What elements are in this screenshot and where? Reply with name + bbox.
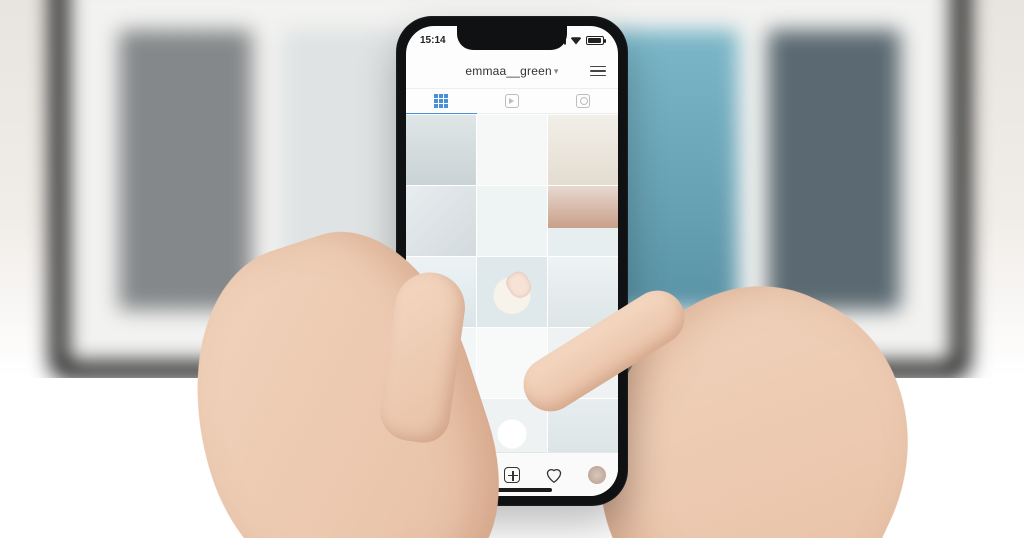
- new-post-button[interactable]: [502, 465, 522, 485]
- username-switcher[interactable]: emmaa__green ▾: [465, 64, 558, 78]
- post-thumbnail[interactable]: [406, 115, 476, 185]
- photo-scene: 15:14 emmaa__green ▾: [0, 0, 1024, 538]
- post-thumbnail[interactable]: [477, 115, 547, 185]
- reels-icon: [505, 94, 519, 108]
- bg-tile: [120, 30, 252, 310]
- post-thumbnail[interactable]: [477, 186, 547, 256]
- tab-reels[interactable]: [477, 89, 548, 113]
- profile-button[interactable]: [587, 465, 607, 485]
- plus-icon: [504, 467, 520, 483]
- avatar-icon: [588, 466, 606, 484]
- tagged-icon: [576, 94, 590, 108]
- tab-grid[interactable]: [406, 89, 477, 114]
- menu-icon[interactable]: [590, 66, 606, 77]
- profile-view-tabs: [406, 88, 618, 114]
- bg-tile: [768, 30, 900, 310]
- activity-button[interactable]: [544, 465, 564, 485]
- post-thumbnail[interactable]: [548, 186, 618, 256]
- post-thumbnail[interactable]: [548, 115, 618, 185]
- chevron-down-icon: ▾: [554, 66, 559, 77]
- battery-icon: [586, 36, 604, 45]
- heart-icon: [545, 467, 563, 483]
- tab-tagged[interactable]: [547, 89, 618, 113]
- username-label: emmaa__green: [465, 64, 551, 78]
- wifi-icon: [570, 36, 582, 45]
- status-time: 15:14: [420, 35, 446, 46]
- post-thumbnail[interactable]: [406, 186, 476, 256]
- phone-notch: [457, 26, 567, 50]
- grid-icon: [434, 94, 448, 108]
- profile-header: emmaa__green ▾: [406, 56, 618, 86]
